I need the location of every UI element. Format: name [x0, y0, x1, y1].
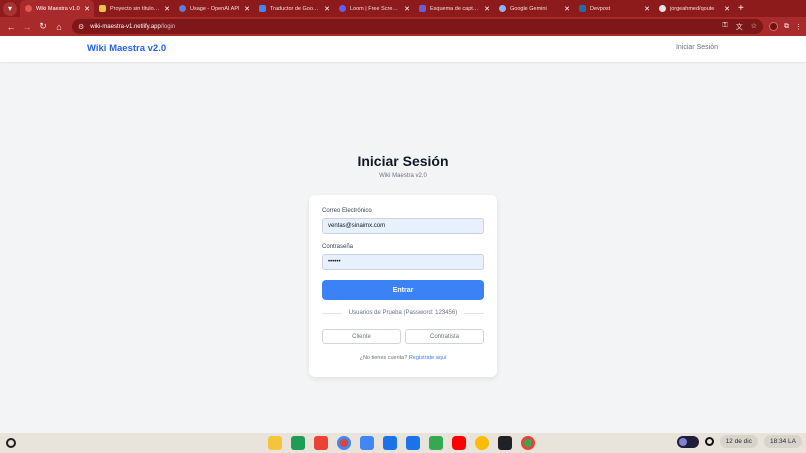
launcher-icon[interactable]: [6, 438, 16, 448]
page-viewport: Wiki Maestra v2.0 Iniciar Sesión Iniciar…: [0, 36, 806, 433]
close-tab-icon[interactable]: ✕: [84, 5, 90, 13]
os-shelf: 12 de dic 18:34 LA: [0, 433, 806, 453]
chrome-alt-icon[interactable]: [521, 436, 535, 450]
tab-openai-usage[interactable]: Usage - OpenAI API ✕: [174, 0, 254, 17]
close-tab-icon[interactable]: ✕: [324, 5, 330, 13]
close-tab-icon[interactable]: ✕: [164, 5, 170, 13]
tab-google-translate[interactable]: Traductor de Google ✕: [254, 0, 334, 17]
page-subtitle: Wiki Maestra v2.0: [379, 173, 427, 179]
site-info-icon[interactable]: ⚙: [78, 23, 84, 31]
tab-esquema[interactable]: Esquema de captura ✕: [414, 0, 494, 17]
forward-icon[interactable]: →: [20, 20, 34, 34]
close-tab-icon[interactable]: ✕: [484, 5, 490, 13]
tab-wiki-maestra[interactable]: Wiki Maestra v1.0 ✕: [20, 0, 94, 17]
password-field[interactable]: ••••••: [322, 254, 484, 270]
url-path: /login: [160, 23, 176, 30]
esquema-favicon-icon: [419, 5, 426, 12]
tab-loom[interactable]: Loom | Free Screen & ✕: [334, 0, 414, 17]
close-tab-icon[interactable]: ✕: [644, 5, 650, 13]
url-host: wiki-maestra-v1.netlify.app: [90, 23, 161, 30]
contractor-button[interactable]: Contratista: [405, 329, 484, 344]
reload-icon[interactable]: ↻: [36, 20, 50, 34]
close-tab-icon[interactable]: ✕: [404, 5, 410, 13]
new-tab-button[interactable]: +: [738, 3, 744, 14]
status-tray: 12 de dic 18:34 LA: [676, 435, 802, 448]
translate-icon[interactable]: 文: [736, 22, 743, 32]
signup-link[interactable]: Regístrate aquí: [409, 355, 447, 361]
github-favicon-icon: [659, 5, 666, 12]
close-tab-icon[interactable]: ✕: [724, 5, 730, 13]
date-pill[interactable]: 12 de dic: [719, 435, 758, 448]
extensions-icon[interactable]: ⧉: [784, 23, 789, 31]
loom-favicon-icon: [339, 5, 346, 12]
calendar-icon[interactable]: [406, 436, 420, 450]
files-icon[interactable]: [383, 436, 397, 450]
tab-title: Devpost: [590, 5, 611, 12]
client-button[interactable]: Cliente: [322, 329, 401, 344]
tab-title: Google Gemini: [510, 5, 547, 12]
address-bar[interactable]: ⚙ wiki-maestra-v1.netlify.app /login ⚿ 文…: [72, 19, 763, 34]
tab-title: Traductor de Google: [270, 5, 321, 12]
menu-kebab-icon[interactable]: ⋮: [795, 23, 802, 31]
capture-toggle-icon[interactable]: [676, 435, 699, 448]
tab-search-icon[interactable]: ▾: [3, 1, 17, 16]
play-store-icon[interactable]: [429, 436, 443, 450]
tab-title: Proyecto sin título - E: [110, 5, 161, 12]
tab-strip: ▾ Wiki Maestra v1.0 ✕ Proyecto sin títul…: [0, 0, 806, 17]
email-label: Correo Electrónico: [322, 208, 372, 214]
test-users-label: Usuarios de Prueba (Password: 123456): [348, 310, 458, 316]
nav-login-link[interactable]: Iniciar Sesión: [676, 44, 718, 51]
wiki-favicon-icon: [25, 5, 32, 12]
tab-proyecto[interactable]: Proyecto sin título - E ✕: [94, 0, 174, 17]
tab-title: Esquema de captura: [430, 5, 481, 12]
password-key-icon[interactable]: ⚿: [722, 22, 727, 32]
signup-prompt-text: ¿No tienes cuenta?: [359, 355, 408, 361]
devpost-favicon-icon: [579, 5, 586, 12]
tab-gemini[interactable]: Google Gemini ✕: [494, 0, 574, 17]
clock-time: 18:34: [769, 438, 787, 445]
email-field[interactable]: ventas@sinaimx.com: [322, 218, 484, 234]
gemini-favicon-icon: [499, 5, 506, 12]
sheets-icon[interactable]: [291, 436, 305, 450]
password-label: Contraseña: [322, 244, 354, 250]
site-header: Wiki Maestra v2.0 Iniciar Sesión: [0, 36, 806, 62]
bookmark-star-icon[interactable]: ☆: [751, 22, 757, 32]
browser-toolbar: ← → ↻ ⌂ ⚙ wiki-maestra-v1.netlify.app /l…: [0, 17, 806, 36]
openai-favicon-icon: [179, 5, 186, 12]
tab-title: Wiki Maestra v1.0: [36, 5, 80, 12]
test-users-divider: Usuarios de Prueba (Password: 123456): [322, 310, 484, 316]
drive-icon[interactable]: [268, 436, 282, 450]
tab-title: Usage - OpenAI API: [190, 5, 240, 12]
password-value: ••••••: [328, 259, 341, 265]
profile-avatar[interactable]: [769, 22, 778, 31]
youtube-icon[interactable]: [452, 436, 466, 450]
docs-icon[interactable]: [360, 436, 374, 450]
translate-favicon-icon: [259, 5, 266, 12]
tab-title: jorgeahmed/qoute: [670, 5, 715, 12]
close-tab-icon[interactable]: ✕: [244, 5, 250, 13]
photos-icon[interactable]: [475, 436, 489, 450]
clock-pill[interactable]: 18:34 LA: [763, 435, 802, 448]
submit-button[interactable]: Entrar: [322, 280, 484, 300]
email-value: ventas@sinaimx.com: [328, 223, 386, 229]
tab-title: Loom | Free Screen &: [350, 5, 401, 12]
home-icon[interactable]: ⌂: [52, 20, 66, 34]
screen-record-icon[interactable]: [704, 437, 714, 446]
signup-prompt: ¿No tienes cuenta? Regístrate aquí: [309, 355, 497, 361]
gmail-icon[interactable]: [314, 436, 328, 450]
clock-locale: LA: [788, 438, 796, 445]
tab-github[interactable]: jorgeahmed/qoute ✕: [654, 0, 734, 17]
tab-devpost[interactable]: Devpost ✕: [574, 0, 654, 17]
close-tab-icon[interactable]: ✕: [564, 5, 570, 13]
chrome-icon[interactable]: [337, 436, 351, 450]
terminal-icon[interactable]: [498, 436, 512, 450]
shelf-apps: [268, 436, 535, 450]
login-card: Correo Electrónico ventas@sinaimx.com Co…: [309, 195, 497, 377]
screen: ▾ Wiki Maestra v1.0 ✕ Proyecto sin títul…: [0, 0, 806, 453]
page-title: Iniciar Sesión: [357, 153, 449, 169]
canva-favicon-icon: [99, 5, 106, 12]
site-brand[interactable]: Wiki Maestra v2.0: [87, 43, 166, 54]
back-icon[interactable]: ←: [4, 20, 18, 34]
